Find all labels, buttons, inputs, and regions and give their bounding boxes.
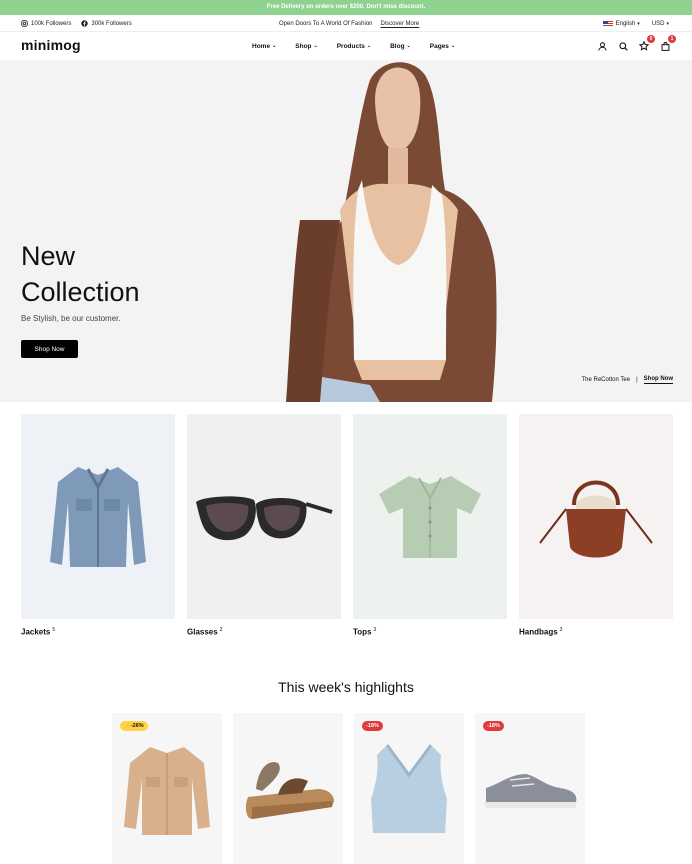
caption-shop-now-link[interactable]: Shop Now — [643, 376, 673, 384]
cart-button[interactable]: 1 — [660, 35, 676, 51]
social-links: 100k Followers 300k Followers — [21, 15, 132, 32]
caption-product-name: The ReCotton Tee — [581, 377, 631, 383]
category-label[interactable]: Tops 3 — [353, 627, 507, 637]
star-icon — [639, 41, 649, 51]
chevron-down-icon: ▾ — [666, 20, 669, 27]
category-name: Tops — [353, 627, 372, 637]
category-image[interactable] — [21, 414, 175, 619]
main-menu: Home ⌄ Shop ⌄ Products ⌄ Blog ⌄ Pages ⌄ — [252, 32, 455, 60]
instagram-followers: 100k Followers — [31, 20, 72, 27]
currency-label: USD — [651, 20, 665, 27]
category-label[interactable]: Jackets 5 — [21, 627, 175, 637]
discount-badge: -18% — [483, 721, 504, 731]
chevron-down-icon: ⌄ — [366, 43, 372, 49]
instagram-link[interactable]: 100k Followers — [21, 20, 71, 27]
sandal-icon — [245, 761, 334, 819]
facebook-link[interactable]: 300k Followers — [81, 20, 132, 27]
menu-label: Blog — [390, 42, 405, 50]
category-name: Glasses — [187, 627, 218, 637]
chevron-down-icon: ⌄ — [272, 43, 277, 49]
chevron-down-icon: ⌄ — [406, 43, 411, 49]
category-count: 3 — [559, 627, 563, 633]
product-card[interactable]: -18% — [475, 713, 585, 864]
hero-title-line2: Collection — [21, 277, 140, 307]
hero-shop-now-button[interactable]: Shop Now — [21, 340, 78, 358]
product-card[interactable]: -19% — [354, 713, 464, 864]
category-card-handbags[interactable]: Handbags 3 — [519, 414, 673, 640]
menu-label: Products — [336, 42, 365, 50]
shopping-bag-icon — [661, 41, 669, 51]
language-selector[interactable]: English ▾ — [602, 20, 640, 27]
header-actions: 0 1 — [597, 32, 676, 60]
user-icon — [597, 41, 607, 51]
product-card[interactable]: ⚡-26% — [112, 713, 222, 864]
category-card-jackets[interactable]: Jackets 5 — [21, 414, 175, 640]
category-image[interactable] — [187, 414, 341, 619]
search-icon — [618, 41, 628, 51]
category-count: 3 — [373, 627, 377, 633]
category-image[interactable] — [353, 414, 507, 619]
hero-product-caption: The ReCotton Tee | Shop Now — [581, 376, 673, 384]
menu-item-blog[interactable]: Blog ⌄ — [390, 43, 411, 50]
sneaker-icon — [484, 773, 577, 808]
promo-message: Open Doors To A World Of Fashion Discove… — [279, 15, 419, 32]
handbag-icon — [539, 480, 653, 557]
category-grid: Jackets 5 Glasses 2 Tops 3 Handbags 3 — [21, 414, 673, 640]
top-shirt-icon — [379, 475, 481, 558]
category-image[interactable] — [519, 414, 673, 619]
chevron-down-icon: ⌄ — [450, 43, 456, 49]
hero-model-image — [286, 62, 497, 402]
hero-banner: New Collection Be Stylish, be our custome… — [0, 60, 692, 402]
us-flag-icon — [602, 20, 613, 27]
main-navbar: minimog Home ⌄ Shop ⌄ Products ⌄ Blog ⌄ Page… — [0, 32, 692, 60]
menu-item-home[interactable]: Home ⌄ — [252, 43, 276, 50]
discount-badge: -19% — [362, 721, 383, 731]
highlights-title: This week's highlights — [278, 679, 414, 695]
hero-subtitle: Be Stylish, be our customer. — [21, 314, 121, 323]
language-label: English — [615, 20, 636, 27]
wishlist-count-badge: 0 — [647, 35, 655, 43]
locale-selectors: English ▾ USD ▾ — [602, 15, 669, 32]
top-bar: 100k Followers 300k Followers Open Doors… — [0, 15, 692, 32]
menu-label: Home — [252, 42, 271, 50]
chevron-down-icon: ▾ — [637, 20, 640, 27]
discount-badge: ⚡-26% — [120, 721, 148, 731]
discover-more-link[interactable]: Discover More — [381, 21, 420, 27]
menu-item-products[interactable]: Products ⌄ — [337, 43, 371, 50]
instagram-icon — [21, 20, 28, 27]
category-label[interactable]: Glasses 2 — [187, 627, 341, 637]
currency-selector[interactable]: USD ▾ — [652, 21, 669, 27]
hero-title: New Collection — [21, 238, 140, 310]
category-card-tops[interactable]: Tops 3 — [353, 414, 507, 640]
category-card-glasses[interactable]: Glasses 2 — [187, 414, 341, 640]
menu-label: Shop — [295, 42, 312, 50]
caption-divider: | — [636, 377, 638, 383]
menu-label: Pages — [429, 42, 449, 50]
site-logo[interactable]: minimog — [21, 37, 81, 53]
vest-icon — [371, 743, 447, 833]
facebook-followers: 300k Followers — [91, 20, 132, 27]
menu-item-shop[interactable]: Shop ⌄ — [295, 43, 317, 50]
facebook-icon — [81, 20, 89, 27]
hero-title-line1: New — [21, 241, 76, 271]
category-count: 2 — [219, 627, 223, 633]
product-card[interactable] — [233, 713, 343, 864]
cart-count-badge: 1 — [668, 35, 676, 43]
search-button[interactable] — [618, 41, 628, 51]
chevron-down-icon: ⌄ — [313, 43, 318, 49]
category-count: 5 — [52, 627, 56, 633]
jacket-icon — [124, 746, 210, 835]
category-name: Jackets — [21, 627, 51, 637]
category-label[interactable]: Handbags 3 — [519, 627, 673, 637]
account-button[interactable] — [597, 41, 607, 51]
denim-jacket-icon — [50, 466, 146, 567]
menu-item-pages[interactable]: Pages ⌄ — [430, 43, 455, 50]
wishlist-button[interactable]: 0 — [639, 35, 655, 51]
category-name: Handbags — [519, 627, 558, 637]
announcement-bar: Free Delivery on orders over $200. Don't… — [0, 0, 692, 15]
highlight-products: ⚡-26% -19% -18% — [112, 713, 585, 864]
promo-text: Open Doors To A World Of Fashion — [279, 20, 373, 27]
sunglasses-icon — [196, 495, 333, 540]
